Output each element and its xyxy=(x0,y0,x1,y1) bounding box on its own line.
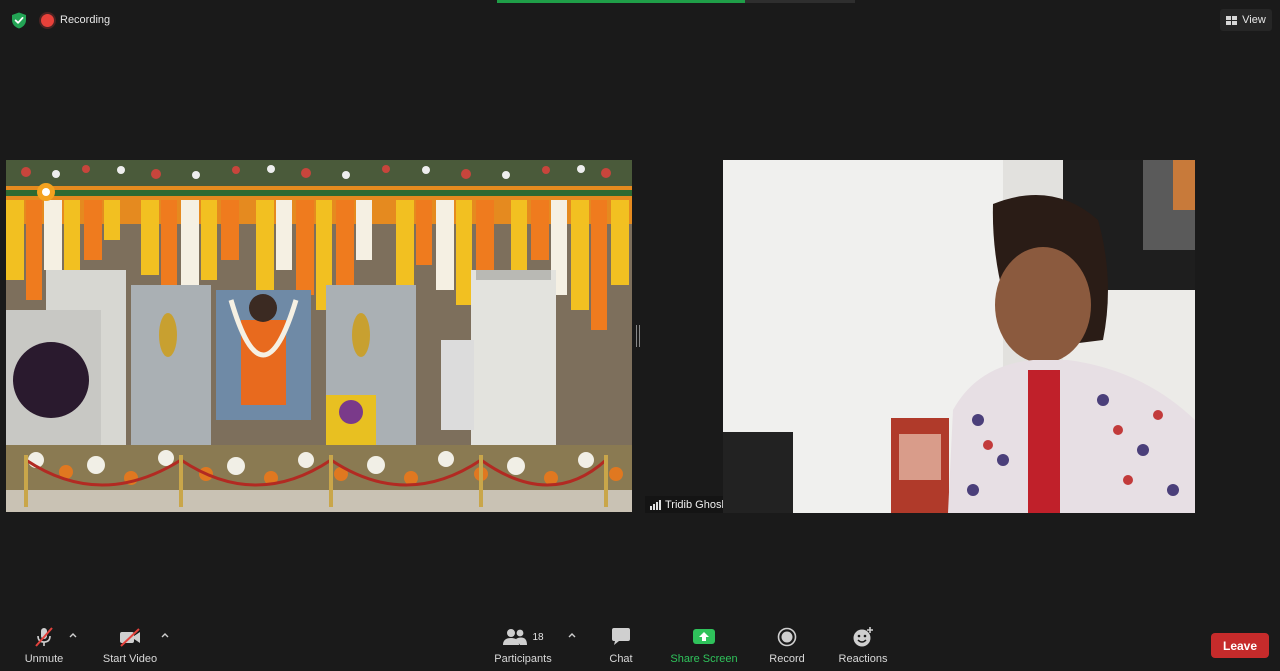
participants-button[interactable]: 18 Participants xyxy=(492,626,554,665)
recording-indicator-icon[interactable] xyxy=(41,14,54,27)
participant-video-tile[interactable] xyxy=(723,160,1195,513)
recording-label: Recording xyxy=(60,14,111,26)
chat-bubble-icon xyxy=(610,626,632,648)
grid-view-icon xyxy=(1226,15,1238,25)
shared-video-tile[interactable] xyxy=(6,160,632,512)
chat-label: Chat xyxy=(609,653,633,665)
unmute-button[interactable]: Unmute xyxy=(22,626,66,665)
view-button[interactable]: View xyxy=(1220,9,1272,31)
share-screen-label: Share Screen xyxy=(670,653,738,665)
share-indicator-strip-end xyxy=(745,0,855,3)
leave-meeting-button[interactable]: Leave xyxy=(1211,633,1269,658)
record-label: Record xyxy=(769,653,805,665)
record-icon xyxy=(777,626,797,648)
chat-button[interactable]: Chat xyxy=(603,626,639,665)
participant-webcam-frame xyxy=(723,160,1195,513)
reactions-label: Reactions xyxy=(838,653,888,665)
meeting-top-bar: Recording View xyxy=(0,0,1280,40)
tile-divider-handle[interactable] xyxy=(636,325,640,347)
participants-options-chevron-icon[interactable] xyxy=(567,630,577,640)
participants-icon-group: 18 xyxy=(502,626,544,648)
view-label: View xyxy=(1242,14,1266,26)
record-button[interactable]: Record xyxy=(767,626,807,665)
smiley-add-icon xyxy=(852,626,874,648)
microphone-muted-icon xyxy=(33,626,55,648)
participants-label: Participants xyxy=(494,653,552,665)
participant-name: Tridib Ghosh xyxy=(665,498,728,511)
unmute-label: Unmute xyxy=(24,653,64,665)
share-screen-arrow-icon xyxy=(692,626,716,648)
signal-strength-icon xyxy=(650,499,661,510)
start-video-label: Start Video xyxy=(102,653,158,665)
participant-name-tag: Tridib Ghosh xyxy=(645,496,733,513)
audio-options-chevron-icon[interactable] xyxy=(68,630,78,640)
video-options-chevron-icon[interactable] xyxy=(160,630,170,640)
start-video-button[interactable]: Start Video xyxy=(101,626,159,665)
security-shield-icon[interactable] xyxy=(11,12,27,29)
temple-altar-video-frame xyxy=(6,160,632,512)
people-icon xyxy=(503,629,528,645)
share-screen-button[interactable]: Share Screen xyxy=(670,626,738,665)
video-camera-off-icon xyxy=(118,626,142,648)
reactions-button[interactable]: Reactions xyxy=(836,626,890,665)
participants-count: 18 xyxy=(532,631,544,643)
meeting-controls-toolbar: Unmute Start Video 18 Participants Chat … xyxy=(0,620,1280,671)
